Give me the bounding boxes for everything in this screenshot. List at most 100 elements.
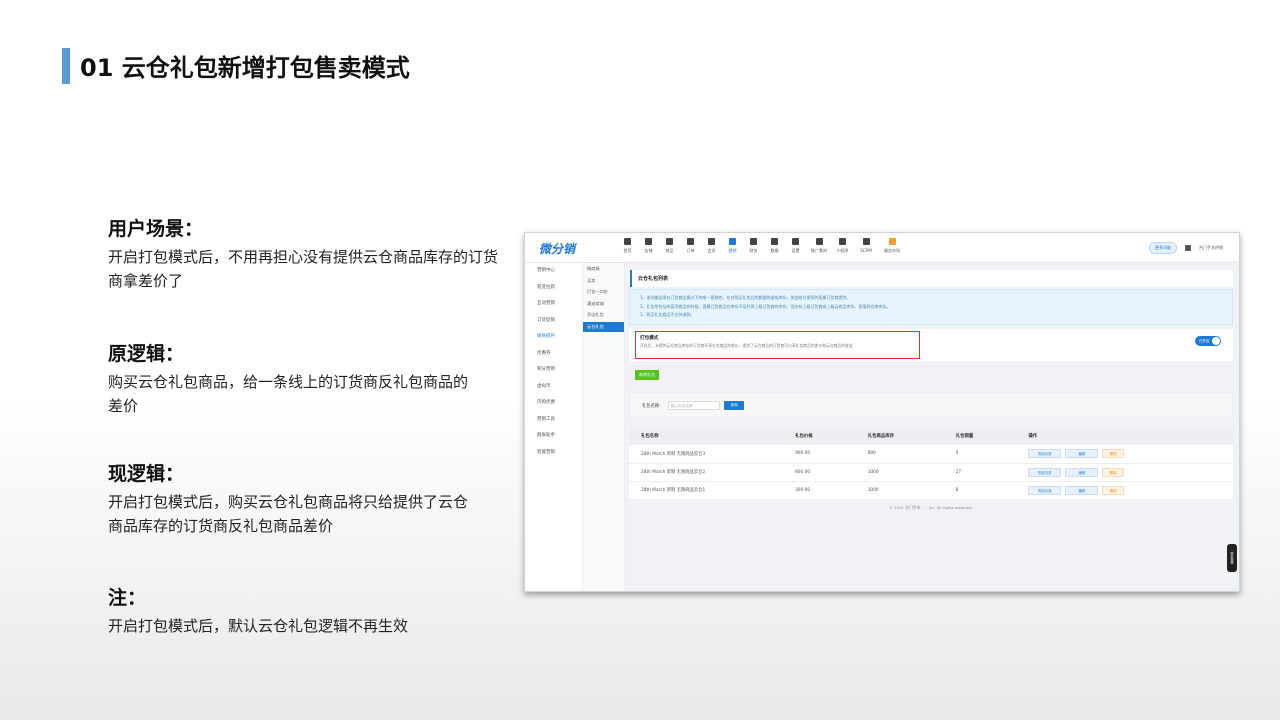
nav-item[interactable]: 店铺 (638, 236, 659, 254)
sidebar-item[interactable]: 满送商城 (583, 299, 624, 310)
search-bar: 礼包名称: 输入礼包名称 查询 (629, 392, 1233, 418)
primary-sidebar: 营销中心 裂变拉新 互动营销 订货促销 微商提升 优惠券 积分营销 虚拟币 内购优惠 营销工具 群发… (525, 263, 583, 591)
speaker-icon[interactable] (1185, 245, 1191, 251)
edit-button[interactable]: 编辑 (1065, 485, 1099, 495)
nav-item[interactable]: 财务 (743, 236, 764, 254)
table-cell: 1000 (855, 481, 944, 500)
edit-button[interactable]: 编辑 (1065, 467, 1099, 477)
nav-icon (666, 238, 673, 245)
search-input[interactable]: 输入礼包名称 (668, 401, 720, 410)
nav-icon (687, 238, 694, 245)
nav-icon (729, 238, 736, 245)
contact-service-button[interactable]: 联系客服 (1227, 544, 1237, 572)
slide-title: 01 云仓礼包新增打包售卖模式 (80, 54, 410, 82)
table-row: 28th March 新制 无限商品云仓1 300.00 1000 8 购买记录 编辑 删除 (629, 481, 1233, 500)
sidebar-item[interactable]: 裂变拉新 (525, 280, 582, 297)
sidebar-item[interactable]: 互动营销 (525, 296, 582, 313)
nav-item[interactable]: 商品 (659, 236, 680, 254)
search-button[interactable]: 查询 (724, 401, 744, 410)
sidebar-item[interactable]: 营销工具 (525, 412, 582, 429)
page-title: 云仓礼包列表 (630, 270, 1232, 287)
table-cell: 900.00 (783, 445, 856, 464)
nav-label: 商品 (665, 248, 674, 253)
table-cell: 28th March 新制 无限商品云仓3 (629, 445, 784, 464)
table-cell: 28th March 新制 无限商品云仓2 (629, 463, 784, 482)
table-cell: 1000 (855, 463, 944, 482)
sidebar-item[interactable]: 内购优惠 (525, 395, 582, 412)
section-body: 开启打包模式后，不用再担心没有提供云仓商品库存的订货商拿差价了 (108, 248, 499, 290)
nav-label: 营销 (728, 248, 737, 253)
notice-line: 1、该功能适用在订货商品模式下的唯一营销性，在对购买礼包后的数据的虚拟库存，协会… (640, 295, 851, 300)
table-row: 28th March 新制 无限商品云仓3 900.00 890 4 购买记录 编辑 删除 (629, 445, 1233, 464)
nav-menu: 首页 店铺 商品 订单 会员 营销 财务 数据 设置 推广素材 小程序 SCRM 服务市场 (617, 236, 905, 254)
column-header: 操作 (1016, 427, 1233, 445)
sidebar-item[interactable]: 开店礼包 (583, 310, 624, 321)
column-header: 礼包名称 (629, 427, 784, 445)
nav-item[interactable]: 首页 (617, 236, 638, 254)
nav-icon (750, 238, 757, 245)
sidebar-item[interactable]: 群发助手 (525, 428, 582, 445)
nav-label: 推广素材 (811, 248, 827, 253)
footer-copyright: © 2021 台门手木 · · , Inc. All rights reserv… (889, 505, 973, 510)
sidebar-item[interactable]: 积分营销 (525, 362, 582, 379)
nav-item[interactable]: 服务市场 (879, 236, 905, 254)
section-body: 开启打包模式后，购买云仓礼包商品将只给提供了云仓商品库存的订货商反礼包商品差价 (108, 493, 469, 535)
delete-button[interactable]: 删除 (1102, 467, 1125, 477)
table-cell: 8 (943, 481, 1017, 500)
table-cell: 27 (943, 463, 1017, 482)
pack-mode-panel: 打包模式 开启后，未提供云仓商品库存的订货商不享礼包商品的差价，提供了云仓商品的… (629, 329, 1233, 361)
main-content: 云仓礼包列表 1、该功能适用在订货商品模式下的唯一营销性，在对购买礼包后的数据的… (629, 269, 1233, 500)
table-cell: 4 (943, 445, 1017, 464)
section-new-logic: 现逻辑： 开启打包模式后，购买云仓礼包商品将只给提供了云仓商品库存的订货商反礼包… (108, 461, 480, 538)
sidebar-item[interactable]: 打包一口价 (583, 287, 624, 298)
nav-item[interactable]: 数据 (764, 236, 785, 254)
sidebar-item[interactable]: 微商提升 (525, 329, 582, 346)
nav-item[interactable]: 会员 (701, 236, 722, 254)
gift-pack-table: 礼包名称 礼包价格 礼包商品库存 礼包销量 操作 28th March 新制 无限商品云… (629, 427, 1233, 500)
sidebar-item[interactable]: 订货促销 (525, 313, 582, 330)
table-cell: 300.00 (783, 481, 856, 500)
purchase-record-button[interactable]: 购买记录 (1028, 467, 1062, 477)
section-heading: 现逻辑： (108, 463, 185, 485)
sidebar-item[interactable]: 虚拟币 (525, 379, 582, 396)
nav-icon (792, 238, 799, 245)
nav-item[interactable]: SCRM (853, 236, 879, 254)
sidebar-item[interactable]: 买卖 (583, 276, 624, 287)
section-old-logic: 原逻辑： 购买云仓礼包商品，给一条线上的订货商反礼包商品的差价 (108, 341, 480, 418)
nav-label: 财务 (749, 248, 758, 253)
nav-item[interactable]: 营销 (722, 236, 743, 254)
account-menu[interactable]: 台门手木供销 (1199, 245, 1223, 251)
section-heading: 原逻辑： (108, 343, 185, 365)
secondary-sidebar: 微商城 买卖 打包一口价 满送商城 开店礼包 云仓礼包 (583, 263, 625, 591)
sidebar-item[interactable]: 云仓礼包 (583, 321, 624, 332)
nav-item[interactable]: 设置 (785, 236, 806, 254)
add-gift-pack-button[interactable]: 新增礼包 (635, 370, 659, 380)
nav-icon (839, 238, 846, 245)
row-actions: 购买记录 编辑 删除 (1016, 445, 1233, 464)
nav-icon (624, 238, 631, 245)
sidebar-item[interactable]: 微商城 (583, 264, 624, 275)
nav-label: 设置 (791, 248, 800, 253)
top-right-tools: 更多功能 台门手木供销 (1149, 242, 1223, 254)
delete-button[interactable]: 删除 (1102, 449, 1125, 459)
edit-button[interactable]: 编辑 (1065, 449, 1099, 459)
nav-item[interactable]: 订单 (680, 236, 701, 254)
column-header: 礼包价格 (783, 427, 856, 445)
nav-item[interactable]: 推广素材 (806, 236, 832, 254)
more-features-button[interactable]: 更多功能 (1149, 242, 1177, 254)
sidebar-item[interactable]: 智能营销 (525, 445, 582, 462)
pack-mode-toggle[interactable]: 已开启 (1195, 336, 1221, 346)
page-header-card: 云仓礼包列表 (629, 270, 1233, 287)
column-header: 礼包销量 (943, 427, 1017, 445)
table-cell: 28th March 新制 无限商品云仓1 (629, 481, 784, 500)
purchase-record-button[interactable]: 购买记录 (1028, 449, 1062, 459)
app-screenshot: 微分销 首页 店铺 商品 订单 会员 营销 财务 数据 设置 推广素材 小程序 SCRM 服务市场 更多… (524, 232, 1240, 592)
section-heading: 用户场景： (108, 218, 204, 240)
notice-line: 2、礼包所包括的某项商品的时候，直属订货商品在库存不足时将上级订货商的库存，但应… (640, 303, 891, 309)
sidebar-item[interactable]: 营销中心 (525, 263, 582, 280)
sidebar-item[interactable]: 优惠券 (525, 346, 582, 363)
nav-item[interactable]: 小程序 (832, 236, 853, 254)
nav-label: SCRM (860, 248, 872, 253)
purchase-record-button[interactable]: 购买记录 (1028, 485, 1062, 495)
delete-button[interactable]: 删除 (1102, 485, 1125, 495)
